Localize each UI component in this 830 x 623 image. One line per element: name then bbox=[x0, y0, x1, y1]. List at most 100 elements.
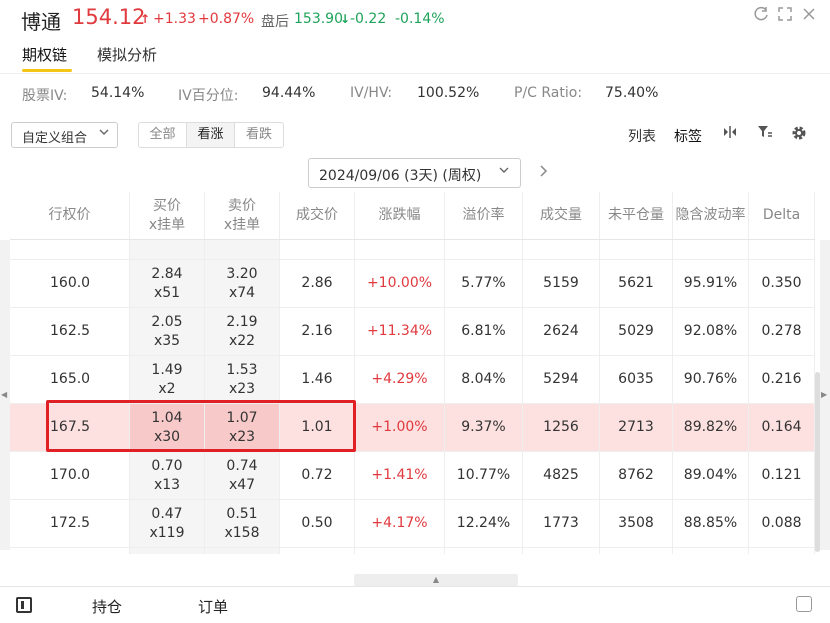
filter-calls[interactable]: 看涨 bbox=[187, 123, 235, 147]
table-cell[interactable]: 0.51 x158 bbox=[205, 500, 280, 547]
table-cell[interactable]: 0.72 bbox=[280, 452, 355, 499]
table-cell[interactable]: +11.34% bbox=[355, 308, 445, 355]
table-cell[interactable]: 8762 bbox=[600, 452, 673, 499]
column-header[interactable]: 未平仓量 bbox=[600, 192, 673, 239]
scroll-right-handle[interactable]: ▶ bbox=[820, 240, 830, 550]
table-cell[interactable]: 2.84 x51 bbox=[130, 260, 205, 307]
column-header[interactable]: 溢价率 bbox=[445, 192, 523, 239]
column-header[interactable]: 成交量 bbox=[523, 192, 600, 239]
table-cell[interactable]: 1.53 x23 bbox=[205, 356, 280, 403]
scroll-left-handle[interactable]: ◀ bbox=[0, 240, 10, 550]
table-row[interactable]: 162.5 2.05 x35 2.19 x22 2.16 +11.34% 6.81% 2624 5… bbox=[10, 308, 815, 356]
orders-button[interactable]: 订单 bbox=[198, 596, 228, 617]
list-view-button[interactable]: 列表 bbox=[628, 126, 656, 146]
tag-view-button[interactable]: 标签 bbox=[674, 126, 702, 146]
table-cell[interactable]: 1.01 bbox=[280, 404, 355, 451]
table-cell[interactable]: 89.04% bbox=[673, 452, 749, 499]
custom-combo-dropdown[interactable]: 自定义组合 bbox=[11, 122, 118, 148]
table-cell[interactable]: 4825 bbox=[523, 452, 600, 499]
column-header[interactable]: Delta bbox=[749, 192, 815, 239]
table-cell[interactable]: 88.85% bbox=[673, 500, 749, 547]
table-cell[interactable]: 165.0 bbox=[10, 356, 130, 403]
table-cell[interactable]: +4.29% bbox=[355, 356, 445, 403]
table-cell[interactable]: 89.82% bbox=[673, 404, 749, 451]
table-cell[interactable]: 0.278 bbox=[749, 308, 815, 355]
expand-icon[interactable] bbox=[776, 6, 794, 24]
table-cell[interactable]: 90.76% bbox=[673, 356, 749, 403]
table-cell[interactable]: 167.5 bbox=[10, 404, 130, 451]
table-cell[interactable]: 1256 bbox=[523, 404, 600, 451]
table-cell[interactable]: 2.19 x22 bbox=[205, 308, 280, 355]
panel-icon[interactable] bbox=[16, 597, 32, 613]
table-cell[interactable]: 2.05 x35 bbox=[130, 308, 205, 355]
table-cell[interactable]: 5.77% bbox=[445, 260, 523, 307]
table-cell[interactable]: 12.24% bbox=[445, 500, 523, 547]
table-cell[interactable]: +1.41% bbox=[355, 452, 445, 499]
column-header[interactable]: 买价 x挂单 bbox=[130, 192, 205, 239]
copy-icon[interactable] bbox=[796, 596, 812, 612]
table-row[interactable]: 170.0 0.70 x13 0.74 x47 0.72 +1.41% 10.77% 4825 8… bbox=[10, 452, 815, 500]
table-cell[interactable]: 2713 bbox=[600, 404, 673, 451]
table-cell[interactable]: 0.74 x47 bbox=[205, 452, 280, 499]
table-cell[interactable]: 1.46 bbox=[280, 356, 355, 403]
table-row[interactable]: 160.0 2.84 x51 3.20 x74 2.86 +10.00% 5.77% 5159 5… bbox=[10, 260, 815, 308]
table-cell[interactable]: 8.04% bbox=[445, 356, 523, 403]
settings-icon[interactable] bbox=[790, 124, 808, 146]
table-cell[interactable]: 95.91% bbox=[673, 260, 749, 307]
table-cell[interactable]: 5621 bbox=[600, 260, 673, 307]
column-header[interactable]: 行权价 bbox=[10, 192, 130, 239]
table-cell[interactable]: 10.77% bbox=[445, 452, 523, 499]
table-cell[interactable]: 0.216 bbox=[749, 356, 815, 403]
table-cell[interactable]: 1.49 x2 bbox=[130, 356, 205, 403]
column-header[interactable]: 卖价 x挂单 bbox=[205, 192, 280, 239]
table-cell[interactable]: 1.07 x23 bbox=[205, 404, 280, 451]
table-cell[interactable]: 9.37% bbox=[445, 404, 523, 451]
table-cell[interactable]: 1773 bbox=[523, 500, 600, 547]
tab-option-chain[interactable]: 期权链 bbox=[22, 44, 67, 65]
chevron-right-icon[interactable] bbox=[538, 164, 550, 182]
table-cell[interactable]: 1.04 x30 bbox=[130, 404, 205, 451]
close-icon[interactable] bbox=[800, 6, 818, 24]
positions-button[interactable]: 持仓 bbox=[92, 596, 122, 617]
column-header[interactable]: 隐含波动率 bbox=[673, 192, 749, 239]
table-cell[interactable]: 0.350 bbox=[749, 260, 815, 307]
table-cell[interactable]: 162.5 bbox=[10, 308, 130, 355]
table-cell[interactable]: 0.47 x119 bbox=[130, 500, 205, 547]
table-cell[interactable]: 2.16 bbox=[280, 308, 355, 355]
table-cell[interactable]: 2624 bbox=[523, 308, 600, 355]
table-cell[interactable]: 92.08% bbox=[673, 308, 749, 355]
vertical-scrollbar[interactable] bbox=[815, 372, 820, 552]
table-cell[interactable]: 5294 bbox=[523, 356, 600, 403]
table-cell[interactable]: 6035 bbox=[600, 356, 673, 403]
table-cell[interactable]: 0.70 x13 bbox=[130, 452, 205, 499]
table-cell[interactable]: 2.86 bbox=[280, 260, 355, 307]
column-header[interactable]: 成交价 bbox=[280, 192, 355, 239]
column-toggle-icon[interactable] bbox=[722, 124, 738, 144]
table-cell[interactable]: 5159 bbox=[523, 260, 600, 307]
table-cell[interactable]: 0.164 bbox=[749, 404, 815, 451]
table-cell[interactable]: +10.00% bbox=[355, 260, 445, 307]
table-row-selected[interactable]: 167.5 1.04 x30 1.07 x23 1.01 +1.00% 9.37% 1256 27… bbox=[10, 404, 815, 452]
table-cell[interactable]: +4.17% bbox=[355, 500, 445, 547]
table-cell[interactable]: 0.121 bbox=[749, 452, 815, 499]
table-cell[interactable]: 5029 bbox=[600, 308, 673, 355]
collapse-toggle[interactable]: ▲ bbox=[354, 574, 518, 586]
table-cell[interactable]: 3.20 x74 bbox=[205, 260, 280, 307]
table-cell[interactable]: 160.0 bbox=[10, 260, 130, 307]
refresh-icon[interactable] bbox=[752, 6, 770, 24]
table-row[interactable]: 165.0 1.49 x2 1.53 x23 1.46 +4.29% 8.04% 5294 603… bbox=[10, 356, 815, 404]
filter-icon[interactable] bbox=[757, 124, 773, 144]
table-cell[interactable]: +1.00% bbox=[355, 404, 445, 451]
expiry-date-dropdown[interactable]: 2024/09/06 (3天) (周权) bbox=[308, 158, 521, 188]
table-cell[interactable]: 0.50 bbox=[280, 500, 355, 547]
table-cell[interactable]: 3508 bbox=[600, 500, 673, 547]
table-cell[interactable]: 0.088 bbox=[749, 500, 815, 547]
filter-all[interactable]: 全部 bbox=[139, 123, 187, 147]
tab-simulation[interactable]: 模拟分析 bbox=[97, 44, 157, 65]
table-cell[interactable]: 170.0 bbox=[10, 452, 130, 499]
column-header[interactable]: 涨跌幅 bbox=[355, 192, 445, 239]
table-cell[interactable]: 6.81% bbox=[445, 308, 523, 355]
table-cell[interactable]: 172.5 bbox=[10, 500, 130, 547]
table-row[interactable]: 172.5 0.47 x119 0.51 x158 0.50 +4.17% 12.24% 177… bbox=[10, 500, 815, 548]
filter-puts[interactable]: 看跌 bbox=[235, 123, 283, 147]
